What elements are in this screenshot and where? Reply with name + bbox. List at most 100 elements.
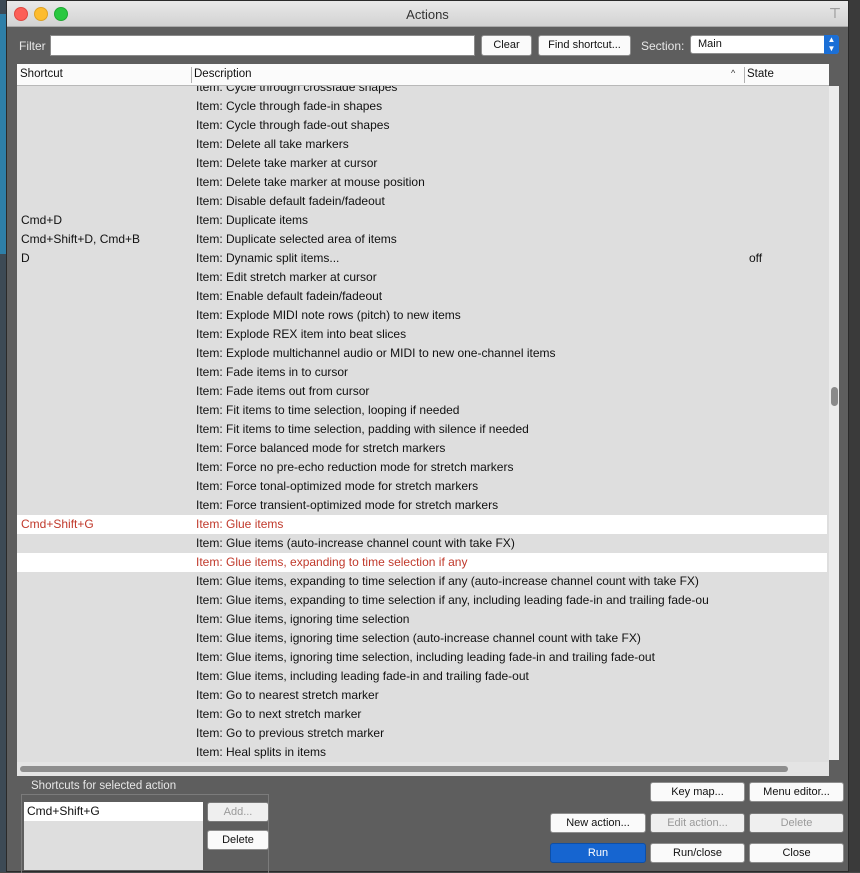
actions-window: Actions ⊤ Filter Clear Find shortcut... …	[6, 0, 849, 873]
table-row[interactable]: Item: Explode MIDI note rows (pitch) to …	[17, 306, 827, 325]
table-row[interactable]: Item: Go to previous stretch marker	[17, 724, 827, 743]
actions-rows: Item: Cycle through crossfade shapes Item…	[17, 86, 827, 760]
menu-editor-button[interactable]: Menu editor...	[749, 782, 844, 802]
row-state: off	[749, 251, 763, 265]
actions-rows-inner: Item: Cycle through crossfade shapes Item…	[17, 86, 827, 760]
row-description: Item: Delete take marker at cursor	[196, 156, 378, 170]
row-description: Item: Delete take marker at mouse positi…	[196, 175, 425, 189]
close-button[interactable]: Close	[749, 843, 844, 863]
table-row[interactable]: Item: Delete take marker at cursor	[17, 154, 827, 173]
table-row[interactable]: D Item: Dynamic split items... off	[17, 249, 827, 268]
table-row[interactable]: Item: Edit stretch marker at cursor	[17, 268, 827, 287]
row-shortcut: Cmd+Shift+D, Cmd+B	[21, 232, 141, 246]
title-bar: Actions ⊤	[7, 1, 848, 27]
table-row[interactable]: Item: Glue items, including leading fade…	[17, 667, 827, 686]
table-row[interactable]: Item: Glue items, ignoring time selectio…	[17, 648, 827, 667]
row-description: Item: Cycle through fade-in shapes	[196, 99, 383, 113]
table-row[interactable]: Item: Delete take marker at mouse positi…	[17, 173, 827, 192]
vertical-scrollbar[interactable]	[829, 86, 839, 760]
table-row[interactable]: Item: Fit items to time selection, loopi…	[17, 401, 827, 420]
row-description: Item: Fit items to time selection, loopi…	[196, 403, 460, 417]
table-row[interactable]: Item: Force no pre-echo reduction mode f…	[17, 458, 827, 477]
column-header-shortcut[interactable]: Shortcut	[20, 68, 63, 80]
table-row[interactable]: Item: Explode REX item into beat slices	[17, 325, 827, 344]
table-row[interactable]: Item: Force tonal-optimized mode for str…	[17, 477, 827, 496]
table-row[interactable]: Item: Fit items to time selection, paddi…	[17, 420, 827, 439]
table-row[interactable]: Item: Glue items (auto-increase channel …	[17, 534, 827, 553]
table-row[interactable]: Item: Explode multichannel audio or MIDI…	[17, 344, 827, 363]
row-description: Item: Force balanced mode for stretch ma…	[196, 441, 446, 455]
shortcut-item[interactable]: Cmd+Shift+G	[24, 802, 203, 821]
pin-icon[interactable]: ⊤	[828, 5, 842, 21]
row-description: Item: Heal splits in items	[196, 745, 327, 759]
table-row[interactable]: Item: Heal splits in items	[17, 743, 827, 760]
row-shortcut: Cmd+D	[21, 213, 63, 227]
row-description: Item: Dynamic split items...	[196, 251, 340, 265]
section-select[interactable]: Main ▲ ▼	[690, 35, 839, 54]
row-description: Item: Edit stretch marker at cursor	[196, 270, 377, 284]
vertical-scroll-thumb[interactable]	[831, 387, 838, 406]
key-map-button[interactable]: Key map...	[650, 782, 745, 802]
table-row[interactable]: Item: Glue items, ignoring time selectio…	[17, 629, 827, 648]
row-description: Item: Glue items, expanding to time sele…	[196, 593, 709, 607]
actions-list[interactable]: Shortcut Description ^ State Item: Cycle…	[17, 64, 839, 776]
list-header: Shortcut Description ^ State	[17, 64, 829, 86]
horizontal-scrollbar[interactable]	[17, 762, 829, 776]
horizontal-scroll-thumb[interactable]	[20, 766, 788, 772]
table-row[interactable]: Item: Glue items, expanding to time sele…	[17, 572, 827, 591]
row-description: Item: Glue items (auto-increase channel …	[196, 536, 515, 550]
shortcuts-list[interactable]: Cmd+Shift+G	[24, 802, 203, 870]
table-row[interactable]: Item: Cycle through crossfade shapes	[17, 86, 827, 97]
table-row[interactable]: Item: Glue items, expanding to time sele…	[17, 591, 827, 610]
row-shortcut: D	[21, 251, 30, 265]
table-row[interactable]: Item: Cycle through fade-in shapes	[17, 97, 827, 116]
row-description: Item: Explode MIDI note rows (pitch) to …	[196, 308, 461, 322]
row-description: Item: Glue items, ignoring time selectio…	[196, 631, 641, 645]
table-row[interactable]: Item: Go to next stretch marker	[17, 705, 827, 724]
table-row[interactable]: Item: Disable default fadein/fadeout	[17, 192, 827, 211]
find-shortcut-button[interactable]: Find shortcut...	[538, 35, 631, 56]
table-row[interactable]: Item: Force transient-optimized mode for…	[17, 496, 827, 515]
row-description: Item: Fit items to time selection, paddi…	[196, 422, 529, 436]
run-button[interactable]: Run	[550, 843, 646, 863]
table-row[interactable]: Cmd+Shift+G Item: Glue items	[17, 515, 827, 534]
shortcuts-group-title: Shortcuts for selected action	[29, 780, 179, 792]
new-action-button[interactable]: New action...	[550, 813, 646, 833]
row-description: Item: Glue items, expanding to time sele…	[196, 574, 699, 588]
background-app-edge-right	[848, 0, 860, 872]
row-description: Item: Glue items, expanding to time sele…	[196, 555, 468, 569]
table-row[interactable]: Cmd+D Item: Duplicate items	[17, 211, 827, 230]
window-title: Actions	[406, 7, 449, 22]
table-row[interactable]: Item: Go to nearest stretch marker	[17, 686, 827, 705]
table-row[interactable]: Item: Force balanced mode for stretch ma…	[17, 439, 827, 458]
table-row[interactable]: Item: Glue items, expanding to time sele…	[17, 553, 827, 572]
table-row[interactable]: Item: Fade items out from cursor	[17, 382, 827, 401]
delete-action-button[interactable]: Delete	[749, 813, 844, 833]
table-row[interactable]: Item: Fade items in to cursor	[17, 363, 827, 382]
row-description: Item: Explode multichannel audio or MIDI…	[196, 346, 556, 360]
run-close-button[interactable]: Run/close	[650, 843, 745, 863]
filter-input[interactable]	[50, 35, 475, 56]
row-description: Item: Force no pre-echo reduction mode f…	[196, 460, 514, 474]
row-description: Item: Enable default fadein/fadeout	[196, 289, 383, 303]
table-row[interactable]: Item: Cycle through fade-out shapes	[17, 116, 827, 135]
table-row[interactable]: Item: Delete all take markers	[17, 135, 827, 154]
row-description: Item: Disable default fadein/fadeout	[196, 194, 385, 208]
clear-button[interactable]: Clear	[481, 35, 532, 56]
edit-action-button[interactable]: Edit action...	[650, 813, 745, 833]
row-description: Item: Fade items in to cursor	[196, 365, 349, 379]
column-divider[interactable]	[744, 67, 745, 83]
table-row[interactable]: Item: Enable default fadein/fadeout	[17, 287, 827, 306]
sort-ascending-icon: ^	[731, 68, 736, 78]
delete-shortcut-button[interactable]: Delete	[207, 830, 269, 850]
row-description: Item: Duplicate selected area of items	[196, 232, 397, 246]
add-shortcut-button[interactable]: Add...	[207, 802, 269, 822]
table-row[interactable]: Cmd+Shift+D, Cmd+B Item: Duplicate select…	[17, 230, 827, 249]
row-description: Item: Force transient-optimized mode for…	[196, 498, 499, 512]
column-divider[interactable]	[191, 67, 192, 83]
section-label: Section:	[641, 39, 685, 53]
chevron-updown-icon: ▲ ▼	[824, 35, 839, 54]
column-header-state[interactable]: State	[747, 68, 774, 80]
column-header-description[interactable]: Description	[194, 68, 252, 80]
table-row[interactable]: Item: Glue items, ignoring time selectio…	[17, 610, 827, 629]
